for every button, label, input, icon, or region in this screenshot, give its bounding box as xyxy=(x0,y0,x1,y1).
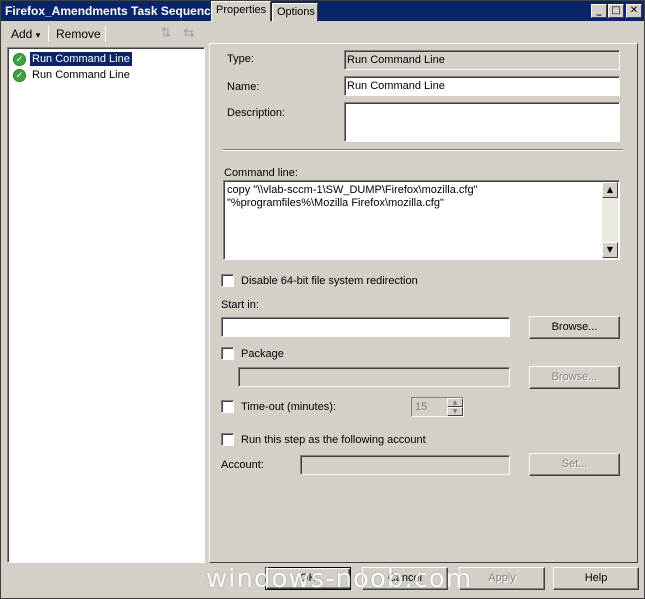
success-check-icon: ✓ xyxy=(13,52,26,66)
tree-item-label: Run Command Line xyxy=(32,69,130,81)
tree-item-run-command-line-1[interactable]: ✓ Run Command Line xyxy=(13,52,132,66)
name-input[interactable]: Run Command Line xyxy=(344,76,620,96)
command-line-scrollbar[interactable]: ▲ ▼ xyxy=(602,182,618,258)
account-label: Account: xyxy=(221,459,264,471)
description-label: Description: xyxy=(227,107,286,119)
success-check-icon: ✓ xyxy=(13,68,26,82)
start-in-browse-button[interactable]: Browse... xyxy=(529,316,620,339)
add-label: Add xyxy=(11,27,33,41)
package-checkbox-row[interactable]: Package xyxy=(221,347,284,360)
timeout-value: 15 xyxy=(415,401,428,413)
type-label: Type: xyxy=(227,53,254,65)
package-browse-button: Browse... xyxy=(529,366,620,389)
run-as-checkbox[interactable] xyxy=(221,433,234,446)
disable-64bit-label: Disable 64-bit file system redirection xyxy=(241,274,418,287)
toolbar-separator xyxy=(48,26,49,42)
add-button[interactable]: Add ▾ xyxy=(11,26,40,42)
package-input xyxy=(238,367,510,387)
set-account-button: Set... xyxy=(529,453,620,476)
stepper-up-icon: ▲ xyxy=(447,398,463,407)
move-up-icon[interactable]: ⇅ xyxy=(157,25,175,43)
account-input xyxy=(300,455,510,475)
timeout-label: Time-out (minutes): xyxy=(241,400,336,413)
name-label: Name: xyxy=(227,81,260,93)
help-button[interactable]: Help xyxy=(553,567,639,590)
tree-item-label: Run Command Line xyxy=(30,52,132,66)
timeout-stepper-buttons: ▲ ▼ xyxy=(447,398,463,416)
run-as-checkbox-row[interactable]: Run this step as the following account xyxy=(221,433,426,446)
ok-button[interactable]: OK xyxy=(265,567,351,590)
command-line-input[interactable]: copy "\\vlab-sccm-1\SW_DUMP\Firefox\mozi… xyxy=(223,180,620,260)
remove-button[interactable]: Remove xyxy=(56,26,101,42)
chevron-down-icon: ▾ xyxy=(35,30,41,40)
section-divider xyxy=(223,149,623,151)
maximize-button[interactable]: □ xyxy=(608,4,624,18)
timeout-checkbox[interactable] xyxy=(221,400,234,413)
description-input[interactable] xyxy=(344,102,620,142)
scroll-up-icon[interactable]: ▲ xyxy=(602,182,618,198)
package-label: Package xyxy=(241,347,284,360)
toolbar-separator xyxy=(105,26,106,42)
task-sequence-editor-window: Firefox_Amendments Task Sequence Editor … xyxy=(0,0,645,599)
toolbar: Add ▾ Remove ⇅ ⇆ xyxy=(5,23,205,45)
title-bar[interactable]: Firefox_Amendments Task Sequence Editor … xyxy=(1,1,644,21)
minimize-button[interactable]: _ xyxy=(591,4,607,18)
tab-options[interactable]: Options xyxy=(272,3,318,22)
scroll-down-icon[interactable]: ▼ xyxy=(602,242,618,258)
disable-64bit-checkbox[interactable] xyxy=(221,274,234,287)
timeout-checkbox-row[interactable]: Time-out (minutes): xyxy=(221,400,336,413)
apply-button: Apply xyxy=(459,567,545,590)
start-in-label: Start in: xyxy=(221,299,259,311)
tree-item-run-command-line-2[interactable]: ✓ Run Command Line xyxy=(13,68,132,82)
task-sequence-tree[interactable]: ✓ Run Command Line ✓ Run Command Line xyxy=(7,47,205,563)
disable-64bit-checkbox-row[interactable]: Disable 64-bit file system redirection xyxy=(221,274,418,287)
timeout-stepper: 15 ▲ ▼ xyxy=(411,397,464,417)
package-checkbox[interactable] xyxy=(221,347,234,360)
command-line-label: Command line: xyxy=(224,167,298,179)
type-field: Run Command Line xyxy=(344,50,620,70)
command-line-text: copy "\\vlab-sccm-1\SW_DUMP\Firefox\mozi… xyxy=(227,184,478,209)
stepper-down-icon: ▼ xyxy=(447,407,463,416)
move-down-icon[interactable]: ⇆ xyxy=(180,25,198,43)
run-as-label: Run this step as the following account xyxy=(241,433,426,446)
close-button[interactable]: ✕ xyxy=(626,4,642,18)
tab-properties[interactable]: Properties xyxy=(211,1,271,22)
cancel-button[interactable]: Cancel xyxy=(362,567,448,590)
start-in-input[interactable] xyxy=(221,317,510,337)
